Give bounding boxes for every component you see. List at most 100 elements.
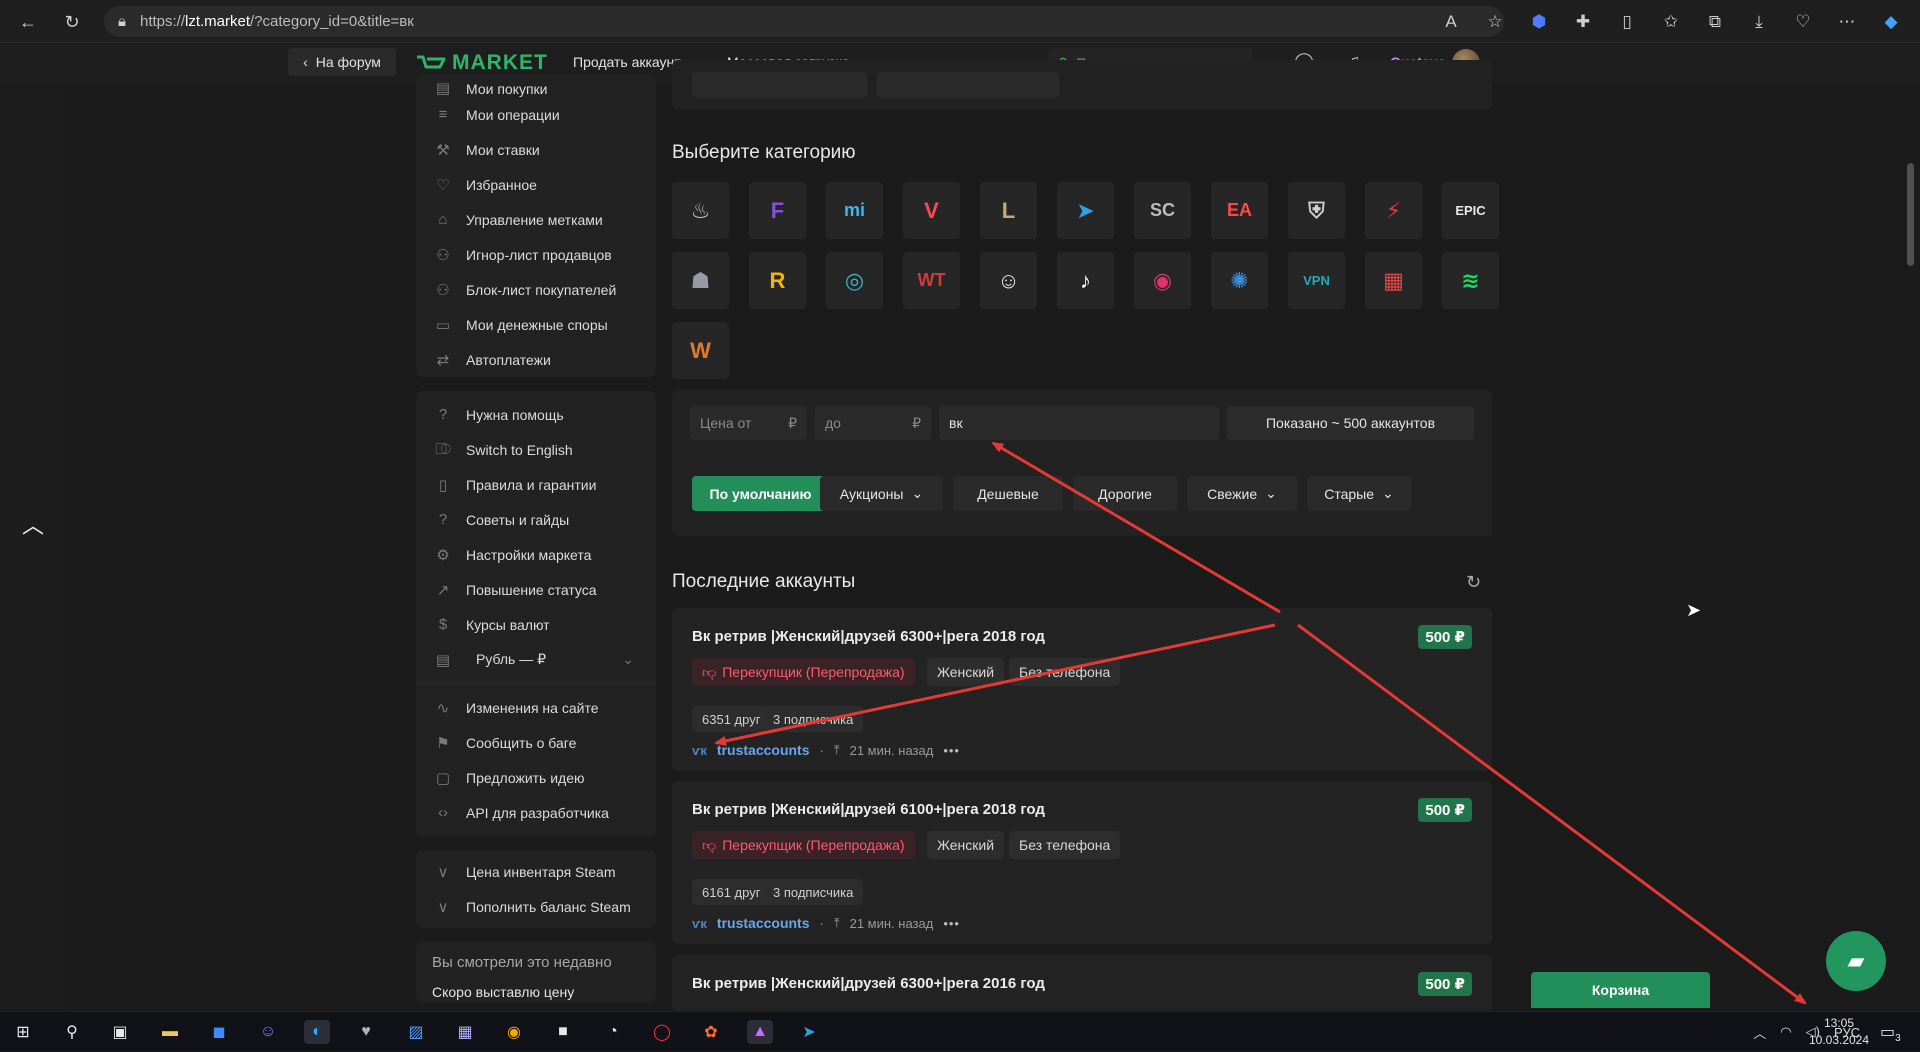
seller-link[interactable]: trustaccounts bbox=[717, 742, 810, 758]
extension-shield-icon[interactable]: ⬢ bbox=[1528, 12, 1550, 32]
app-taskbar-icon[interactable]: ▲ bbox=[747, 1020, 773, 1044]
scrollbar-thumb[interactable] bbox=[1907, 163, 1914, 266]
more-options-icon[interactable]: ••• bbox=[943, 743, 960, 758]
sidebar-item[interactable]: ⚙ Настройки маркета bbox=[416, 537, 656, 572]
windows-start-icon[interactable]: ⊞ bbox=[10, 1020, 36, 1044]
sidebar-item[interactable]: ∨ Цена инвентаря Steam bbox=[416, 854, 656, 889]
discord-taskbar-icon[interactable]: ☺ bbox=[255, 1020, 281, 1044]
price-to-input[interactable]: до ₽ bbox=[815, 406, 931, 440]
chat-bubble-icon[interactable]: ▰ bbox=[1826, 931, 1886, 991]
store-icon[interactable]: ◼ bbox=[206, 1020, 232, 1044]
category-battlenet-icon[interactable]: W bbox=[672, 322, 729, 379]
category-world-of-tanks-icon[interactable]: ⛨ bbox=[1288, 182, 1345, 239]
read-aloud-icon[interactable]: A bbox=[1440, 12, 1462, 32]
favorites-list-icon[interactable]: ✩ bbox=[1660, 12, 1682, 32]
category-vpn-icon[interactable]: VPN bbox=[1288, 252, 1345, 309]
category-rockstar-icon[interactable]: R bbox=[749, 252, 806, 309]
category-chatgpt-icon[interactable]: ✺ bbox=[1211, 252, 1268, 309]
category-fortnite-icon[interactable]: F bbox=[749, 182, 806, 239]
category-discord-icon[interactable]: ☺ bbox=[980, 252, 1037, 309]
app-taskbar-icon[interactable]: ◉ bbox=[501, 1020, 527, 1044]
filter-chip[interactable] bbox=[692, 72, 867, 98]
copilot-icon[interactable]: ◆ bbox=[1880, 12, 1902, 32]
edge-taskbar-icon[interactable]: ◐ bbox=[304, 1020, 330, 1044]
reload-icon[interactable]: ↻ bbox=[58, 8, 86, 36]
sidebar-item[interactable]: ? Советы и гайды bbox=[416, 502, 656, 537]
page-scrollbar[interactable] bbox=[1900, 83, 1920, 1011]
title-search-input[interactable]: вк bbox=[939, 406, 1219, 440]
sidebar-item[interactable]: ▭ Мои денежные споры bbox=[416, 307, 656, 342]
sidebar-item[interactable]: $ Курсы валют bbox=[416, 607, 656, 642]
filter-chip[interactable] bbox=[877, 72, 1059, 98]
performance-icon[interactable]: ♡ bbox=[1792, 12, 1814, 32]
category-epic-games-icon[interactable]: EPIC bbox=[1442, 182, 1499, 239]
sort-button[interactable]: Аукционы ⌄ bbox=[820, 476, 943, 511]
telegram-taskbar-icon[interactable]: ➤ bbox=[796, 1020, 822, 1044]
download-icon[interactable]: ⤓ bbox=[1748, 12, 1770, 32]
sidebar-item[interactable]: ↗ Повышение статуса bbox=[416, 572, 656, 607]
sidebar-item[interactable]: ⚑ Сообщить о баге bbox=[416, 725, 656, 760]
calculator-taskbar-icon[interactable]: ▦ bbox=[452, 1020, 478, 1044]
category-ea-icon[interactable]: EA bbox=[1211, 182, 1268, 239]
category-supercell-icon[interactable]: SC bbox=[1134, 182, 1191, 239]
sort-button[interactable]: Старые ⌄ bbox=[1307, 476, 1411, 511]
sidebar-item[interactable]: ⎄ Switch to English bbox=[416, 432, 656, 467]
category-escape-from-tarkov-icon[interactable]: ☗ bbox=[672, 252, 729, 309]
category-valorant-icon[interactable]: V bbox=[903, 182, 960, 239]
listing-title[interactable]: Вк ретрив |Женский|друзей 6300+|рега 201… bbox=[692, 628, 1045, 645]
sidebar-item[interactable]: ▤ Мои покупки bbox=[416, 75, 656, 97]
category-league-of-legends-icon[interactable]: L bbox=[980, 182, 1037, 239]
category-cinema-icon[interactable]: ▦ bbox=[1365, 252, 1422, 309]
market-logo[interactable]: MARKET bbox=[416, 49, 548, 77]
tray-chevron-icon[interactable]: ︿ bbox=[1753, 1023, 1766, 1042]
sidebar-item[interactable]: ▯ Правила и гарантии bbox=[416, 467, 656, 502]
more-options-icon[interactable]: ••• bbox=[943, 916, 960, 931]
vpn-taskbar-icon[interactable]: ■ bbox=[550, 1020, 576, 1044]
sort-button[interactable]: По умолчанию bbox=[692, 476, 829, 511]
listing-card[interactable]: Вк ретрив |Женский|друзей 6100+|рега 201… bbox=[672, 781, 1492, 944]
taskbar-clock[interactable]: 13:05 10.03.2024 bbox=[1806, 1015, 1872, 1049]
sidebar-item[interactable]: ∿ Изменения на сайте bbox=[416, 690, 656, 725]
sidebar-item[interactable]: ♡ Избранное bbox=[416, 167, 656, 202]
category-wot-blitz-icon[interactable]: ⚡ bbox=[1365, 182, 1422, 239]
back-to-forum-button[interactable]: ‹ На форум bbox=[288, 48, 396, 76]
notification-center-icon[interactable]: ▭3 bbox=[1880, 1022, 1901, 1044]
opera-taskbar-icon[interactable]: ◯ bbox=[649, 1020, 675, 1044]
photos-taskbar-icon[interactable]: ▨ bbox=[403, 1020, 429, 1044]
recently-viewed-item[interactable]: Скоро выставлю цену bbox=[416, 982, 656, 1002]
more-menu-icon[interactable]: ⋯ bbox=[1836, 12, 1858, 32]
sidebar-item[interactable]: ⚇ Игнор-лист продавцов bbox=[416, 237, 656, 272]
category-spotify-icon[interactable]: ≋ bbox=[1442, 252, 1499, 309]
cart-button[interactable]: Корзина bbox=[1531, 972, 1710, 1008]
sidebar-item[interactable]: ⇄ Автоплатежи bbox=[416, 342, 656, 377]
sidebar-item[interactable]: ⌂ Управление метками bbox=[416, 202, 656, 237]
price-from-input[interactable]: Цена от ₽ bbox=[690, 406, 807, 440]
seller-link[interactable]: trustaccounts bbox=[717, 915, 810, 931]
puzzle-icon[interactable]: ✚ bbox=[1572, 12, 1594, 32]
address-bar[interactable]: 🔒︎ https://lzt.market/?category_id=0&tit… bbox=[104, 6, 1504, 37]
app-taskbar-icon[interactable]: ♥ bbox=[353, 1020, 379, 1044]
category-mihoyo-icon[interactable]: mi bbox=[826, 182, 883, 239]
back-arrow-icon[interactable]: ← bbox=[14, 8, 42, 36]
sort-button[interactable]: Дорогие bbox=[1073, 476, 1177, 511]
wifi-icon[interactable]: ◠ bbox=[1780, 1024, 1791, 1040]
category-telegram-icon[interactable]: ➤ bbox=[1057, 182, 1114, 239]
listing-title[interactable]: Вк ретрив |Женский|друзей 6100+|рега 201… bbox=[692, 801, 1045, 818]
category-steam-icon[interactable]: ♨ bbox=[672, 182, 729, 239]
figma-taskbar-icon[interactable]: ✿ bbox=[698, 1020, 724, 1044]
listing-card[interactable]: Вк ретрив |Женский|друзей 6300+|рега 201… bbox=[672, 955, 1492, 1011]
scroll-to-top-icon[interactable]: ︿ bbox=[22, 508, 44, 540]
sidebar-item[interactable]: ⚒ Мои ставки bbox=[416, 132, 656, 167]
taskbar-search-icon[interactable]: ⚲ bbox=[59, 1020, 85, 1044]
shown-count-button[interactable]: Показано ~ 500 аккаунтов bbox=[1227, 406, 1474, 440]
category-instagram-icon[interactable]: ◉ bbox=[1134, 252, 1191, 309]
file-explorer-icon[interactable]: ▬ bbox=[157, 1020, 183, 1044]
sidebar-item[interactable]: ▢ Предложить идею bbox=[416, 760, 656, 795]
sort-button[interactable]: Свежие ⌄ bbox=[1187, 476, 1297, 511]
speedometer-taskbar-icon[interactable]: ◔ bbox=[600, 1020, 626, 1044]
task-view-icon[interactable]: ▣ bbox=[107, 1020, 133, 1044]
listing-title[interactable]: Вк ретрив |Женский|друзей 6300+|рега 201… bbox=[692, 975, 1045, 992]
split-screen-icon[interactable]: ▯ bbox=[1616, 12, 1638, 32]
sidebar-item[interactable]: ⚇ Блок-лист покупателей bbox=[416, 272, 656, 307]
favorite-star-icon[interactable]: ☆ bbox=[1484, 12, 1506, 32]
